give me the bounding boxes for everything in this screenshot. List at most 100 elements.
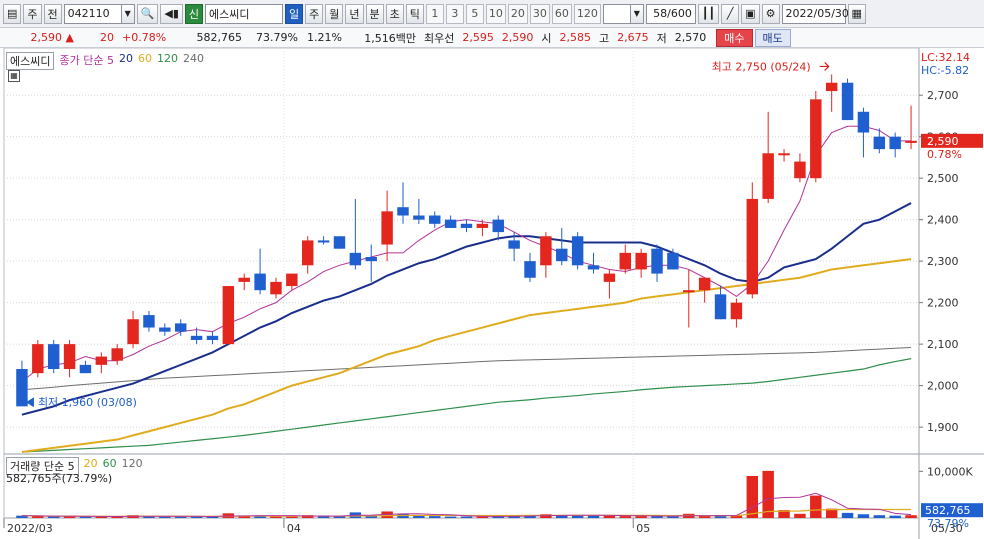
count-field[interactable]: 58/600 bbox=[645, 3, 696, 24]
price-change: 20 bbox=[100, 31, 114, 44]
volume-bar bbox=[857, 514, 870, 518]
candle-body bbox=[841, 82, 854, 121]
volume-bar bbox=[905, 515, 917, 518]
low-annotation: 최저 1,960 (03/08) bbox=[38, 396, 137, 409]
legend-stock-name[interactable]: 에스씨디 bbox=[6, 52, 55, 70]
interval-input[interactable] bbox=[602, 3, 631, 24]
volume-bar bbox=[698, 516, 711, 518]
interval-3[interactable]: 3 bbox=[445, 3, 464, 24]
volume-bar bbox=[635, 516, 647, 518]
price-chart-svg[interactable]: 1,9002,0002,1002,2002,3002,4002,5002,600… bbox=[0, 48, 984, 539]
period-year[interactable]: 년 bbox=[345, 3, 364, 24]
legend-ma5: 종가 단순 5 bbox=[59, 54, 114, 67]
candle-body bbox=[174, 323, 187, 332]
best-quote-label: 최우선 bbox=[424, 31, 455, 45]
candle-body bbox=[794, 161, 806, 179]
period-week[interactable]: 주 bbox=[305, 3, 324, 24]
draw-tool-icon[interactable]: ╱ bbox=[721, 3, 740, 24]
period-minute[interactable]: 분 bbox=[365, 3, 384, 24]
y-tick-label: 1,900 bbox=[927, 421, 959, 434]
candle-body bbox=[79, 364, 92, 374]
candle-body bbox=[365, 257, 377, 262]
candle-body bbox=[492, 219, 504, 233]
volume-bar bbox=[889, 515, 901, 518]
sell-button[interactable]: 매도 bbox=[754, 28, 791, 47]
candle-body bbox=[32, 344, 44, 374]
volume-pct-label: 73.79% bbox=[927, 517, 969, 530]
volume-bar bbox=[286, 516, 298, 518]
toolbar: ▤ 주 전 042110 ▼ 🔍 ◀▮ 신 에스씨디 일 주 월 년 분 초 틱… bbox=[0, 0, 984, 28]
period-tick[interactable]: 틱 bbox=[405, 3, 424, 24]
interval-10[interactable]: 10 bbox=[485, 3, 506, 24]
interval-120[interactable]: 120 bbox=[573, 3, 601, 24]
volume-bar bbox=[444, 516, 457, 518]
candle-body bbox=[16, 369, 28, 407]
turnover-ratio: 1.21% bbox=[307, 31, 342, 44]
sound-icon[interactable]: ◀▮ bbox=[160, 3, 183, 24]
y-tick-label: 2,500 bbox=[927, 172, 959, 185]
candle-body bbox=[381, 211, 393, 245]
legend-ma20: 20 bbox=[118, 52, 133, 65]
candle-body bbox=[413, 215, 425, 220]
candle-body bbox=[778, 153, 790, 156]
current-price-label: 2,590 bbox=[927, 135, 959, 148]
grid-toggle-icon[interactable]: ▦ bbox=[8, 70, 20, 82]
candle-body bbox=[127, 319, 139, 345]
interval-5[interactable]: 5 bbox=[465, 3, 484, 24]
high-annotation: 최고 2,750 (05/24) bbox=[712, 60, 811, 73]
interval-30[interactable]: 30 bbox=[529, 3, 550, 24]
candle-body bbox=[349, 252, 362, 266]
new-button[interactable]: 신 bbox=[184, 3, 203, 24]
candle-body bbox=[143, 315, 155, 328]
candle-body bbox=[857, 111, 870, 133]
period-second[interactable]: 초 bbox=[385, 3, 404, 24]
plot-frame bbox=[3, 48, 920, 519]
candle-body bbox=[873, 136, 886, 150]
candle-body bbox=[302, 240, 314, 266]
y-tick-label: 2,700 bbox=[927, 89, 959, 102]
candle-body bbox=[810, 99, 822, 179]
date-input[interactable]: 2022/05/30 bbox=[781, 3, 849, 24]
candle-body bbox=[540, 236, 552, 266]
current-price: 2,590 ▲ bbox=[30, 31, 74, 44]
volume-value: 582,765 bbox=[196, 31, 243, 44]
open-price: 2,585 bbox=[559, 31, 592, 44]
save-icon[interactable]: ▣ bbox=[741, 3, 760, 24]
candle-body bbox=[714, 294, 727, 320]
interval-1[interactable]: 1 bbox=[425, 3, 444, 24]
candle-body bbox=[746, 198, 759, 295]
volume-bar bbox=[587, 515, 600, 518]
candle-body bbox=[222, 286, 235, 345]
code-combo: 042110 ▼ bbox=[63, 3, 135, 24]
volume-bar bbox=[429, 516, 441, 518]
interval-60[interactable]: 60 bbox=[551, 3, 572, 24]
candle-body bbox=[825, 82, 838, 92]
candle-body bbox=[286, 273, 298, 287]
stock-code-input[interactable]: 042110 bbox=[63, 3, 122, 24]
prev-button[interactable]: 전 bbox=[43, 3, 62, 24]
volume-value-label: 582,765주(73.79%) bbox=[6, 470, 112, 486]
candle-body bbox=[524, 261, 536, 278]
chart-panel[interactable]: 1,9002,0002,1002,2002,3002,4002,5002,600… bbox=[0, 48, 984, 539]
calendar-icon[interactable]: ▦ bbox=[847, 3, 866, 24]
gear-icon[interactable]: ⚙ bbox=[761, 3, 780, 24]
candle-body bbox=[47, 344, 60, 370]
interval-20[interactable]: 20 bbox=[507, 3, 528, 24]
buy-button[interactable]: 매수 bbox=[716, 28, 753, 47]
volume-bar bbox=[556, 515, 568, 518]
chevron-down-icon[interactable]: ▼ bbox=[630, 3, 644, 24]
candle-body bbox=[667, 252, 679, 270]
period-month[interactable]: 월 bbox=[325, 3, 344, 24]
candle-body bbox=[159, 327, 171, 332]
market-select[interactable]: 주 bbox=[23, 3, 42, 24]
low-label: 저 bbox=[656, 31, 667, 45]
volume-bar bbox=[667, 516, 679, 518]
candle-type-icon[interactable]: ┃┃ bbox=[697, 3, 720, 24]
quote-bar: 2,590 ▲ 20 +0.78% 582,765 73.79% 1.21% 1… bbox=[0, 28, 984, 48]
candle-body bbox=[206, 335, 219, 340]
chevron-down-icon[interactable]: ▼ bbox=[121, 3, 135, 24]
period-day[interactable]: 일 bbox=[285, 3, 304, 24]
candle-body bbox=[571, 236, 584, 266]
window-menu-icon[interactable]: ▤ bbox=[3, 3, 22, 24]
search-icon[interactable]: 🔍 bbox=[136, 3, 159, 24]
